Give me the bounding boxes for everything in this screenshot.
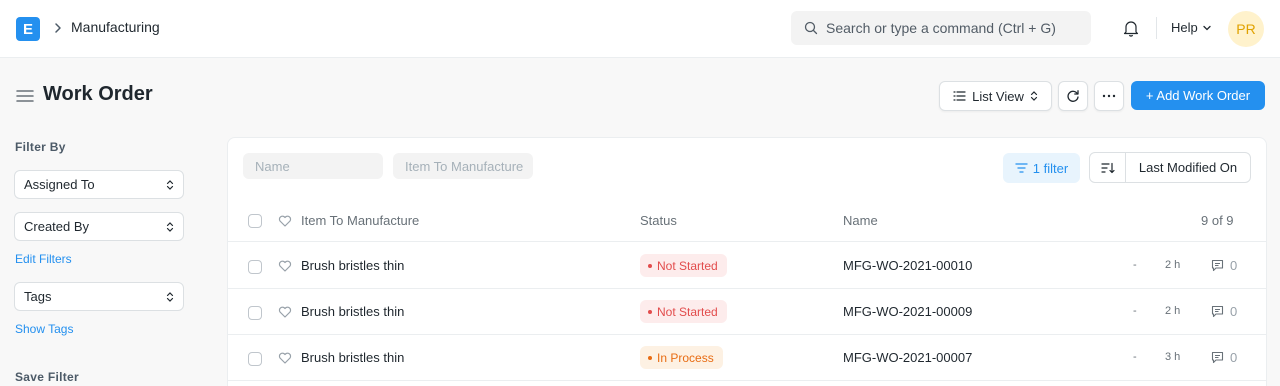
sort-selector[interactable]: Last Modified On bbox=[1089, 152, 1251, 183]
breadcrumb[interactable]: Manufacturing bbox=[71, 19, 160, 35]
status-dot bbox=[648, 355, 652, 360]
sort-field-label[interactable]: Last Modified On bbox=[1126, 153, 1250, 182]
tags-label: Tags bbox=[24, 289, 52, 304]
status-badge: Not Started bbox=[640, 300, 727, 323]
add-work-order-button[interactable]: + Add Work Order bbox=[1131, 81, 1265, 110]
bell-icon[interactable] bbox=[1122, 19, 1140, 37]
nav-divider bbox=[1156, 17, 1157, 39]
comment-count: 0 bbox=[1230, 258, 1238, 273]
show-tags-link[interactable]: Show Tags bbox=[15, 322, 73, 336]
list-view-button[interactable]: List View bbox=[939, 81, 1052, 111]
filter-count: 1 filter bbox=[1032, 160, 1069, 176]
row-item[interactable]: Brush bristles thin bbox=[301, 258, 404, 273]
updown-icon bbox=[166, 179, 174, 190]
status-dot bbox=[648, 309, 652, 314]
app-logo-icon[interactable]: E bbox=[16, 17, 40, 41]
help-label: Help bbox=[1171, 20, 1198, 35]
created-by-label: Created By bbox=[24, 219, 90, 234]
row-checkbox[interactable] bbox=[248, 352, 262, 366]
status-dot bbox=[648, 263, 652, 268]
status-badge: Not Started bbox=[640, 254, 727, 277]
record-count: 9 of 9 bbox=[1201, 213, 1234, 228]
search-placeholder: Search or type a command (Ctrl + G) bbox=[826, 20, 1056, 36]
row-comments[interactable]: 0 bbox=[1211, 350, 1237, 365]
row-checkbox[interactable] bbox=[248, 306, 262, 320]
row-name[interactable]: MFG-WO-2021-00007 bbox=[843, 350, 972, 365]
tags-select[interactable]: Tags bbox=[14, 282, 184, 311]
avatar[interactable]: PR bbox=[1228, 11, 1264, 47]
updown-icon bbox=[166, 291, 174, 302]
save-filter-heading: Save Filter bbox=[15, 370, 79, 384]
comment-icon bbox=[1211, 259, 1224, 272]
filter-by-heading: Filter By bbox=[15, 140, 66, 154]
assigned-to-select[interactable]: Assigned To bbox=[14, 170, 184, 199]
list-icon bbox=[953, 91, 966, 101]
row-divider bbox=[228, 334, 1266, 335]
edit-filters-link[interactable]: Edit Filters bbox=[15, 252, 72, 266]
help-menu[interactable]: Help bbox=[1171, 20, 1212, 35]
row-name[interactable]: MFG-WO-2021-00009 bbox=[843, 304, 972, 319]
select-all-checkbox[interactable] bbox=[248, 214, 262, 228]
sort-icon bbox=[1100, 162, 1115, 173]
row-comments[interactable]: 0 bbox=[1211, 258, 1237, 273]
list-view-label: List View bbox=[972, 88, 1024, 104]
comment-count: 0 bbox=[1230, 304, 1238, 319]
top-navbar: E Manufacturing Search or type a command… bbox=[0, 0, 1280, 58]
comment-icon bbox=[1211, 305, 1224, 318]
row-modified: 3 h bbox=[1165, 351, 1181, 363]
row-comments[interactable]: 0 bbox=[1211, 304, 1237, 319]
chevron-down-icon bbox=[1203, 25, 1211, 30]
name-filter-input[interactable]: Name bbox=[243, 153, 383, 179]
status-label: Not Started bbox=[657, 304, 718, 319]
row-assigned: - bbox=[1133, 259, 1137, 271]
created-by-select[interactable]: Created By bbox=[14, 212, 184, 241]
column-status[interactable]: Status bbox=[640, 213, 677, 228]
comment-count: 0 bbox=[1230, 350, 1238, 365]
filter-button[interactable]: 1 filter bbox=[1003, 153, 1080, 183]
row-modified: 2 h bbox=[1165, 305, 1181, 317]
updown-icon bbox=[166, 221, 174, 232]
heart-icon[interactable] bbox=[278, 305, 292, 319]
row-assigned: - bbox=[1133, 305, 1137, 317]
status-label: In Process bbox=[657, 350, 714, 365]
column-name[interactable]: Name bbox=[843, 213, 878, 228]
row-item[interactable]: Brush bristles thin bbox=[301, 304, 404, 319]
more-actions-button[interactable] bbox=[1094, 81, 1124, 111]
ellipsis-icon bbox=[1102, 94, 1116, 98]
hamburger-icon[interactable] bbox=[16, 88, 34, 104]
updown-icon bbox=[1030, 91, 1037, 101]
sort-direction-button[interactable] bbox=[1090, 153, 1126, 182]
row-divider bbox=[228, 380, 1266, 381]
row-modified: 2 h bbox=[1165, 259, 1181, 271]
status-badge: In Process bbox=[640, 346, 723, 369]
row-divider bbox=[228, 288, 1266, 289]
refresh-button[interactable] bbox=[1058, 81, 1088, 111]
heart-icon[interactable] bbox=[278, 214, 292, 228]
search-input[interactable]: Search or type a command (Ctrl + G) bbox=[791, 11, 1091, 45]
item-filter-input[interactable]: Item To Manufacture bbox=[393, 153, 533, 179]
heart-icon[interactable] bbox=[278, 351, 292, 365]
filter-icon bbox=[1015, 163, 1028, 173]
row-assigned: - bbox=[1133, 351, 1137, 363]
comment-icon bbox=[1211, 351, 1224, 364]
row-name[interactable]: MFG-WO-2021-00010 bbox=[843, 258, 972, 273]
search-icon bbox=[804, 21, 818, 35]
assigned-to-label: Assigned To bbox=[24, 177, 95, 192]
row-item[interactable]: Brush bristles thin bbox=[301, 350, 404, 365]
status-label: Not Started bbox=[657, 258, 718, 273]
page-title: Work Order bbox=[43, 83, 153, 105]
column-item-to-manufacture[interactable]: Item To Manufacture bbox=[301, 213, 419, 228]
heart-icon[interactable] bbox=[278, 259, 292, 273]
refresh-icon bbox=[1067, 90, 1079, 102]
row-checkbox[interactable] bbox=[248, 260, 262, 274]
chevron-right-icon bbox=[55, 23, 61, 33]
